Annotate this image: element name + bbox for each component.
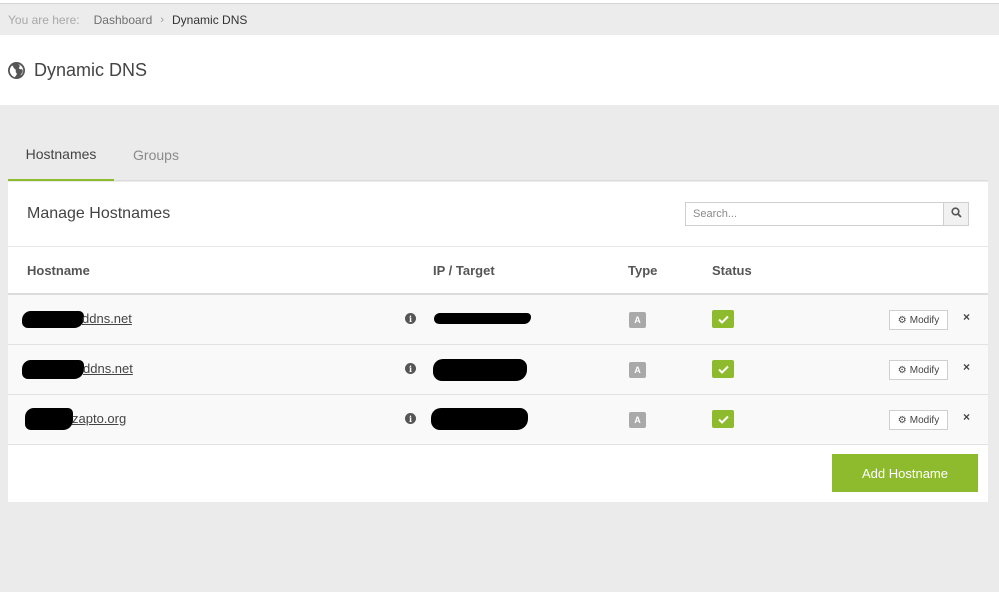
table-row: zapto.org i A ⚙ Modify × <box>8 395 988 445</box>
hostname-link[interactable]: ddns.net <box>83 361 133 376</box>
modify-button[interactable]: ⚙ Modify <box>889 410 948 430</box>
modify-label: Modify <box>909 364 940 376</box>
breadcrumb: You are here: Dashboard › Dynamic DNS <box>0 5 999 34</box>
redacted-hostname-prefix <box>22 360 84 379</box>
redacted-ip <box>433 359 527 381</box>
search-input[interactable] <box>685 202 943 226</box>
modify-button[interactable]: ⚙ Modify <box>889 310 948 330</box>
redacted-ip <box>434 313 531 324</box>
top-bar <box>0 0 999 4</box>
delete-icon[interactable]: × <box>963 410 970 424</box>
gear-icon: ⚙ <box>897 364 907 376</box>
column-header-status[interactable]: Status <box>712 263 752 278</box>
hostname-link[interactable]: ddns.net <box>82 311 132 326</box>
gear-icon: ⚙ <box>897 414 907 426</box>
status-check-icon <box>712 410 734 428</box>
type-badge: A <box>629 312 646 328</box>
column-header-type[interactable]: Type <box>628 263 657 278</box>
status-check-icon <box>712 360 734 378</box>
breadcrumb-prefix: You are here: <box>8 12 80 27</box>
add-hostname-button[interactable]: Add Hostname <box>832 454 978 492</box>
breadcrumb-separator: › <box>160 13 165 26</box>
tab-groups[interactable]: Groups <box>114 129 198 181</box>
search-button[interactable] <box>943 202 969 226</box>
info-icon[interactable]: i <box>405 313 416 324</box>
table-row: ddns.net i A ⚙ Modify × <box>8 345 988 395</box>
table-row: ddns.net i A ⚙ Modify × <box>8 295 988 345</box>
breadcrumb-current: Dynamic DNS <box>172 12 248 27</box>
search-box <box>685 202 969 226</box>
hostname-link[interactable]: zapto.org <box>72 411 126 426</box>
column-header-ip-target[interactable]: IP / Target <box>433 263 495 278</box>
modify-label: Modify <box>909 314 940 326</box>
type-badge: A <box>629 412 646 428</box>
table-header: Hostname IP / Target Type Status <box>8 247 988 295</box>
redacted-hostname-prefix <box>25 408 73 430</box>
modify-button[interactable]: ⚙ Modify <box>889 360 948 380</box>
column-header-hostname[interactable]: Hostname <box>27 263 90 278</box>
delete-icon[interactable]: × <box>963 360 970 374</box>
tab-bar: Hostnames Groups <box>8 129 988 181</box>
page-title: Dynamic DNS <box>34 59 148 80</box>
redacted-hostname-prefix <box>22 311 84 328</box>
status-check-icon <box>712 310 734 328</box>
info-icon[interactable]: i <box>405 363 416 374</box>
globe-icon <box>8 61 25 79</box>
redacted-ip <box>431 408 528 430</box>
panel-header: Manage Hostnames <box>8 182 988 247</box>
search-icon <box>950 205 962 223</box>
info-icon[interactable]: i <box>405 413 416 424</box>
gear-icon: ⚙ <box>897 314 907 326</box>
breadcrumb-dashboard-link[interactable]: Dashboard <box>94 13 153 27</box>
panel-title: Manage Hostnames <box>27 205 171 222</box>
page-header: Dynamic DNS <box>0 35 999 105</box>
tab-hostnames[interactable]: Hostnames <box>8 129 114 181</box>
delete-icon[interactable]: × <box>963 310 970 324</box>
modify-label: Modify <box>909 414 940 426</box>
hostnames-panel: Manage Hostnames Hostname IP / Target Ty… <box>8 182 988 502</box>
type-badge: A <box>629 362 646 378</box>
